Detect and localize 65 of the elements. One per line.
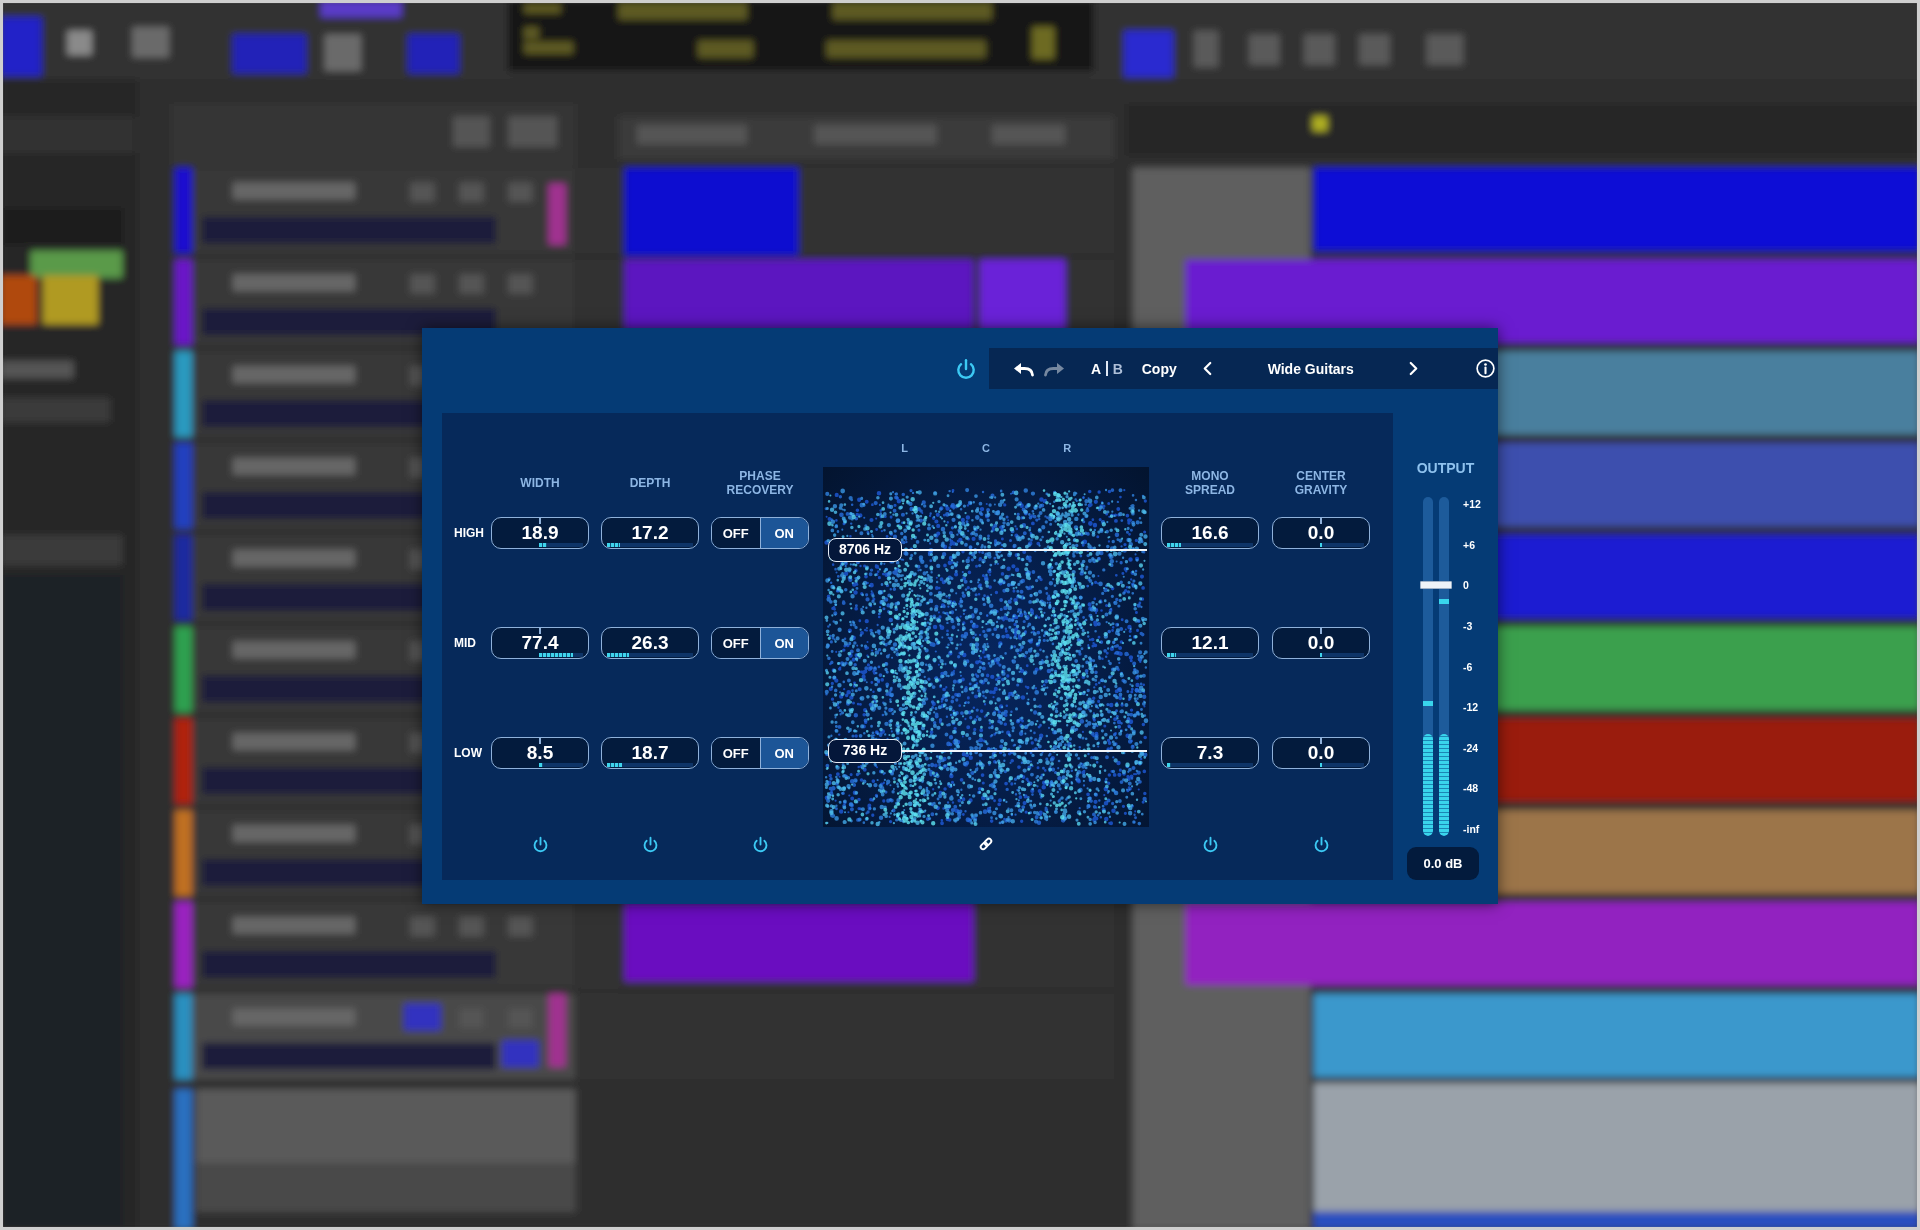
gain-value-field[interactable]: 0.0 dB — [1407, 847, 1479, 880]
segmented-toggle[interactable]: OFF ON — [711, 627, 809, 659]
ab-slot-button[interactable]: A — [1091, 359, 1102, 378]
column-header: MONO SPREAD — [1184, 469, 1236, 497]
toggle-option[interactable]: ON — [759, 518, 808, 548]
frequency-handle[interactable]: 736 Hz — [828, 739, 902, 764]
toggle-option[interactable]: ON — [759, 628, 808, 658]
segmented-toggle[interactable]: OFF ON — [711, 517, 809, 549]
column-header: CENTER GRAVITY — [1293, 469, 1349, 497]
power-button[interactable] — [1312, 836, 1330, 853]
value-field[interactable]: 17.2 — [601, 517, 699, 549]
power-button[interactable] — [955, 357, 977, 380]
value-field[interactable]: 18.9 — [491, 517, 589, 549]
band-label: MID — [454, 635, 476, 652]
power-button[interactable] — [751, 836, 769, 853]
axis-label: R — [1063, 441, 1072, 456]
undo-button[interactable] — [1013, 360, 1035, 377]
toggle-option[interactable]: OFF — [712, 738, 760, 768]
info-icon — [1476, 359, 1495, 378]
scale-label: +6 — [1463, 537, 1476, 552]
segmented-toggle[interactable]: OFF ON — [711, 737, 809, 769]
value-field[interactable]: 16.6 — [1161, 517, 1259, 549]
value-field[interactable]: 26.3 — [601, 627, 699, 659]
scale-label: -3 — [1463, 618, 1474, 633]
value-field[interactable]: 0.0 — [1272, 517, 1370, 549]
scale-label: +12 — [1463, 497, 1481, 511]
scale-label: 0 — [1463, 578, 1470, 593]
redo-icon — [1043, 360, 1065, 377]
toggle-option[interactable]: ON — [759, 738, 808, 768]
value-field[interactable]: 7.3 — [1161, 737, 1259, 769]
band-label: HIGH — [454, 525, 484, 542]
scale-label: -6 — [1463, 659, 1474, 674]
band-label: LOW — [454, 745, 482, 762]
column-header: WIDTH — [520, 475, 560, 492]
scale-label: -48 — [1463, 781, 1480, 796]
value-field[interactable]: 0.0 — [1272, 627, 1370, 659]
link-button[interactable] — [978, 836, 994, 852]
value-field[interactable]: 0.0 — [1272, 737, 1370, 769]
value-field[interactable]: 18.7 — [601, 737, 699, 769]
toggle-option[interactable]: OFF — [712, 518, 760, 548]
value-field[interactable]: 12.1 — [1161, 627, 1259, 659]
power-button[interactable] — [531, 836, 549, 853]
link-icon — [978, 836, 994, 852]
value-field[interactable]: 8.5 — [491, 737, 589, 769]
copy-button[interactable]: Copy — [1141, 359, 1177, 378]
output-title: OUTPUT — [1416, 460, 1475, 477]
toggle-option[interactable]: OFF — [712, 628, 760, 658]
fader-handle[interactable] — [1420, 581, 1452, 590]
axis-label: L — [901, 441, 909, 456]
column-header: PHASE RECOVERY — [725, 469, 795, 497]
undo-icon — [1013, 360, 1035, 377]
power-button[interactable] — [1201, 836, 1219, 853]
info-button[interactable] — [1476, 359, 1495, 378]
power-button[interactable] — [641, 836, 659, 853]
scale-label: -inf — [1463, 822, 1481, 836]
column-header: DEPTH — [629, 475, 671, 492]
scale-label: -24 — [1463, 740, 1480, 755]
chevron-left-icon — [1202, 361, 1214, 376]
ab-slot-button[interactable]: B — [1112, 359, 1123, 378]
value-field[interactable]: 77.4 — [491, 627, 589, 659]
preset-selector[interactable]: Wide Guitars — [1220, 359, 1401, 378]
frequency-handle[interactable]: 8706 Hz — [828, 537, 902, 562]
scale-label: -12 — [1463, 700, 1480, 715]
axis-label: C — [982, 441, 990, 456]
chevron-right-icon — [1408, 361, 1420, 376]
